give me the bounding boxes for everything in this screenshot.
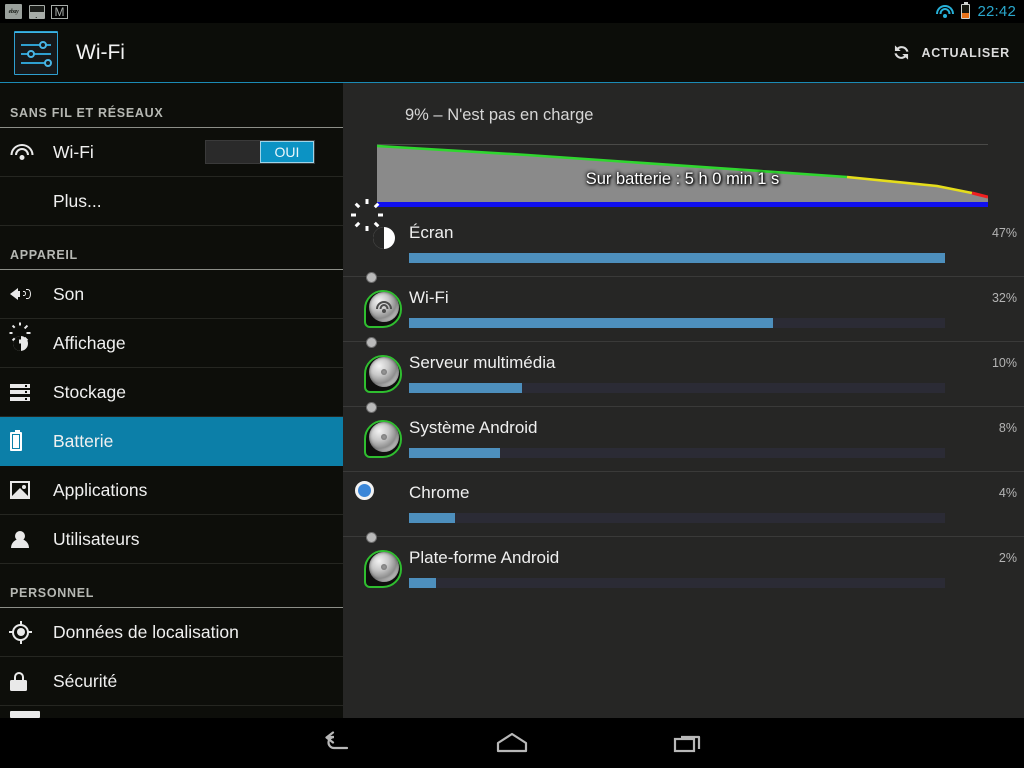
sidebar-item-partial[interactable]	[0, 706, 343, 718]
android-wifi-icon	[362, 272, 406, 331]
consumer-name: Système Android	[409, 418, 538, 437]
content-area: SANS FIL ET RÉSEAUX Wi-Fi OUI Plus... AP…	[0, 83, 1024, 718]
gmail-notification-icon	[51, 3, 68, 20]
consumer-name: Écran	[409, 223, 454, 242]
wifi-icon	[936, 5, 955, 18]
location-crosshair-icon	[9, 620, 44, 644]
consumer-percent: 4%	[998, 486, 1017, 500]
refresh-label: ACTUALISER	[921, 45, 1010, 60]
sidebar-section-device: APPAREIL	[0, 226, 343, 270]
sidebar-item-affichage[interactable]: Affichage	[0, 319, 343, 368]
sidebar-item-label: Applications	[53, 479, 148, 500]
consumer-percent: 10%	[991, 356, 1017, 370]
ebay-notification-icon: ebay	[5, 3, 22, 20]
sidebar-item-label: Stockage	[53, 381, 126, 402]
android-settings-screen: ebay 22:42 Wi-Fi	[0, 0, 1024, 768]
wifi-icon	[10, 144, 44, 160]
consumer-percent: 2%	[998, 551, 1017, 565]
consumer-progress-bar	[409, 578, 945, 588]
sidebar-section-personal: PERSONNEL	[0, 564, 343, 608]
sidebar-section-wireless: SANS FIL ET RÉSEAUX	[0, 83, 343, 128]
sidebar-item-plus[interactable]: Plus...	[0, 177, 343, 226]
status-bar: ebay 22:42	[0, 0, 1024, 23]
screen-brightness-icon	[362, 198, 406, 266]
battery-detail-panel: 9% – N'est pas en charge Sur batterie : …	[343, 83, 1024, 718]
gallery-notification-icon	[28, 3, 45, 20]
sidebar-section-header: SANS FIL ET RÉSEAUX	[10, 106, 164, 120]
apps-image-icon	[10, 481, 44, 499]
consumer-percent: 32%	[991, 291, 1017, 305]
screen-on-indicator-bar	[377, 202, 988, 207]
consumer-progress-bar	[409, 448, 945, 458]
table-row[interactable]: Chrome 4%	[343, 472, 1024, 537]
sidebar-item-batterie[interactable]: Batterie	[0, 417, 343, 466]
graph-duration-label: Sur batterie : 5 h 0 min 1 s	[585, 170, 780, 188]
sidebar-section-header: PERSONNEL	[10, 586, 95, 600]
partial-icon	[10, 711, 44, 718]
navigation-bar	[0, 718, 1024, 768]
recents-button[interactable]	[660, 723, 716, 763]
consumer-progress-bar	[409, 383, 945, 393]
battery-status-text: 9% – N'est pas en charge	[405, 106, 594, 124]
consumer-name: Plate-forme Android	[409, 548, 560, 567]
sidebar-item-label: Affichage	[53, 332, 126, 353]
sidebar-item-label: Son	[53, 283, 85, 304]
wifi-toggle[interactable]: OUI	[205, 140, 315, 164]
refresh-button[interactable]: ACTUALISER	[891, 42, 1024, 63]
sidebar-item-label: Batterie	[53, 430, 114, 451]
table-row[interactable]: Plate-forme Android 2%	[343, 532, 1024, 602]
sidebar-item-applications[interactable]: Applications	[0, 466, 343, 515]
consumer-percent: 47%	[991, 226, 1017, 240]
sidebar-item-label: Données de localisation	[53, 621, 239, 642]
sidebar-item-utilisateurs[interactable]: Utilisateurs	[0, 515, 343, 564]
table-row[interactable]: Wi-Fi 32%	[343, 272, 1024, 342]
sidebar-item-label: Sécurité	[53, 670, 118, 691]
sidebar-item-localisation[interactable]: Données de localisation	[0, 608, 343, 657]
brightness-icon	[10, 322, 44, 354]
sidebar-item-label: Plus...	[53, 190, 102, 211]
chrome-icon	[362, 482, 406, 526]
sidebar-section-header: APPAREIL	[10, 248, 78, 262]
table-row[interactable]: Système Android 8%	[343, 402, 1024, 472]
consumer-progress-bar	[409, 513, 945, 523]
storage-icon	[10, 383, 44, 401]
android-system-icon	[362, 402, 406, 461]
back-button[interactable]	[308, 723, 364, 763]
consumer-name: Wi-Fi	[409, 288, 449, 307]
wifi-toggle-value: OUI	[260, 141, 314, 163]
status-bar-system-icons[interactable]: 22:42	[936, 1, 1024, 20]
sidebar-item-wifi[interactable]: Wi-Fi OUI	[0, 128, 343, 177]
consumer-progress-bar	[409, 318, 945, 328]
table-row[interactable]: Serveur multimédia 10%	[343, 337, 1024, 407]
sidebar-item-label: Wi-Fi	[53, 141, 94, 162]
sidebar-item-label: Utilisateurs	[53, 528, 140, 549]
refresh-icon	[891, 42, 912, 63]
battery-consumers-list: Écran 47% Wi-Fi 32% Serveur multimédia 1…	[343, 198, 1024, 602]
status-bar-clock: 22:42	[977, 3, 1016, 20]
android-system-icon	[362, 337, 406, 396]
page-title: Wi-Fi	[76, 40, 125, 64]
settings-sliders-icon[interactable]	[14, 30, 58, 75]
home-button[interactable]	[484, 723, 540, 763]
sidebar-item-securite[interactable]: Sécurité	[0, 657, 343, 706]
sidebar-item-son[interactable]: Son	[0, 270, 343, 319]
settings-sidebar[interactable]: SANS FIL ET RÉSEAUX Wi-Fi OUI Plus... AP…	[0, 83, 343, 718]
sound-icon	[10, 285, 44, 303]
battery-history-graph[interactable]: Sur batterie : 5 h 0 min 1 s	[377, 144, 988, 209]
status-bar-notifications[interactable]: ebay	[0, 3, 68, 20]
table-row[interactable]: Écran 47%	[343, 198, 1024, 277]
sidebar-item-stockage[interactable]: Stockage	[0, 368, 343, 417]
consumer-name: Chrome	[409, 483, 470, 502]
consumer-name: Serveur multimédia	[409, 353, 556, 372]
user-icon	[10, 530, 44, 549]
action-bar: Wi-Fi ACTUALISER	[0, 23, 1024, 83]
consumer-percent: 8%	[998, 421, 1017, 435]
battery-icon	[10, 429, 44, 451]
lock-icon	[10, 671, 44, 691]
battery-icon	[961, 1, 971, 19]
android-system-icon	[362, 532, 406, 591]
consumer-progress-bar	[409, 253, 945, 263]
